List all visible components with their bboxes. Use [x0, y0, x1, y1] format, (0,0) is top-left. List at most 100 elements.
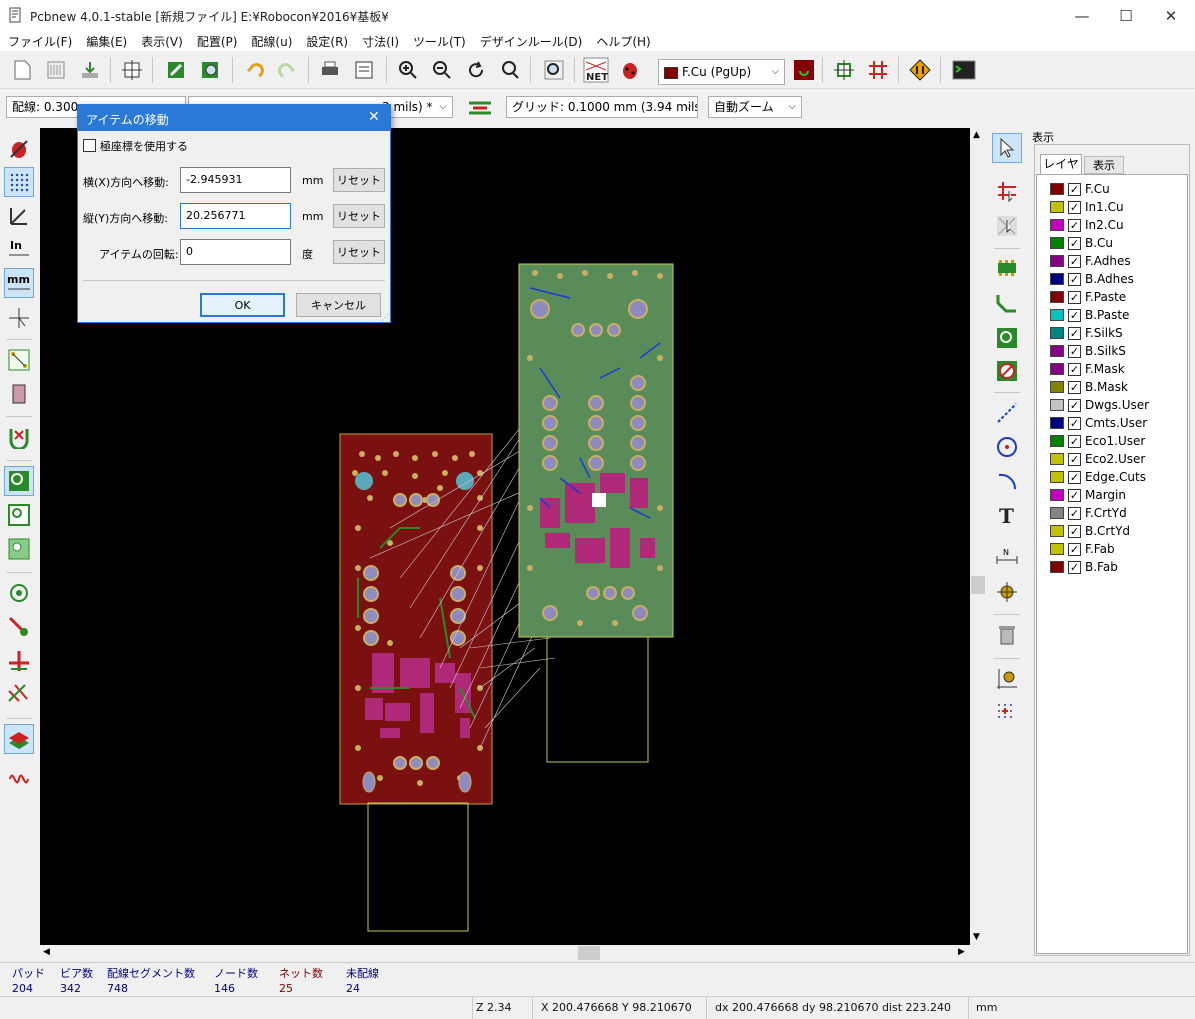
- maximize-button[interactable]: ☐: [1103, 0, 1149, 31]
- layer-name[interactable]: F.Adhes: [1085, 254, 1131, 268]
- layer-row[interactable]: ✓ B.SilkS: [1050, 342, 1126, 360]
- close-button[interactable]: ✕: [1148, 0, 1194, 31]
- grid-toggle-icon[interactable]: [4, 167, 34, 197]
- redo-icon[interactable]: [274, 56, 302, 84]
- layer-visibility-checkbox[interactable]: ✓: [1068, 452, 1081, 466]
- layer-row[interactable]: ✓ B.CrtYd: [1050, 522, 1130, 540]
- drc-icon[interactable]: [616, 56, 644, 84]
- layer-visibility-checkbox[interactable]: ✓: [1068, 218, 1081, 232]
- resize-grip-icon[interactable]: ⋰: [381, 313, 389, 322]
- layer-name[interactable]: F.CrtYd: [1085, 506, 1127, 520]
- new-board-icon[interactable]: [8, 56, 36, 84]
- grid-select[interactable]: グリッド: 0.1000 mm (3.94 mils) ⌵: [506, 96, 698, 118]
- save-board-icon[interactable]: [76, 56, 104, 84]
- layer-name[interactable]: Cmts.User: [1085, 416, 1147, 430]
- layer-row[interactable]: ✓ Dwgs.User: [1050, 396, 1149, 414]
- layer-name[interactable]: B.SilkS: [1085, 344, 1126, 358]
- layer-color-swatch[interactable]: [1050, 525, 1064, 537]
- layer-name[interactable]: B.Paste: [1085, 308, 1129, 322]
- menu-preferences[interactable]: 設定(R): [298, 33, 354, 50]
- layer-name[interactable]: F.Cu: [1085, 182, 1110, 196]
- zoom-select[interactable]: 自動ズーム ⌵: [708, 96, 802, 118]
- layer-name[interactable]: In2.Cu: [1085, 218, 1124, 232]
- track-via-size-icon[interactable]: [466, 94, 494, 122]
- high-contrast-icon[interactable]: [4, 680, 34, 710]
- layer-visibility-checkbox[interactable]: ✓: [1068, 326, 1081, 340]
- print-icon[interactable]: [316, 56, 344, 84]
- layer-name[interactable]: B.Cu: [1085, 236, 1113, 250]
- add-module-icon[interactable]: [992, 253, 1022, 283]
- track-sketch-icon[interactable]: [4, 646, 34, 676]
- polar-coords-icon[interactable]: [4, 201, 34, 231]
- scroll-down-icon[interactable]: ▼: [973, 932, 980, 942]
- layer-visibility-checkbox[interactable]: ✓: [1068, 380, 1081, 394]
- add-keepout-icon[interactable]: [992, 356, 1022, 386]
- layer-name[interactable]: Eco1.User: [1085, 434, 1145, 448]
- find-icon[interactable]: [540, 56, 568, 84]
- layer-color-swatch[interactable]: [1050, 471, 1064, 483]
- x-reset-button[interactable]: リセット: [333, 168, 385, 192]
- pad-sketch-icon[interactable]: [4, 578, 34, 608]
- layer-color-swatch[interactable]: [1050, 507, 1064, 519]
- auto-delete-track-icon[interactable]: [4, 422, 34, 452]
- tab-layers[interactable]: レイヤ: [1040, 154, 1082, 174]
- layer-row[interactable]: ✓ Eco2.User: [1050, 450, 1145, 468]
- horizontal-scrollbar[interactable]: ◀ ▶: [40, 945, 970, 961]
- layer-color-swatch[interactable]: [1050, 201, 1064, 213]
- layer-row[interactable]: ✓ F.Mask: [1050, 360, 1125, 378]
- page-settings-icon[interactable]: [118, 56, 146, 84]
- layer-pair-icon[interactable]: [790, 56, 818, 84]
- redraw-icon[interactable]: [462, 56, 490, 84]
- layer-visibility-checkbox[interactable]: ✓: [1068, 236, 1081, 250]
- layer-row[interactable]: ✓ In2.Cu: [1050, 216, 1124, 234]
- layer-row[interactable]: ✓ F.CrtYd: [1050, 504, 1127, 522]
- add-line-icon[interactable]: [992, 398, 1022, 428]
- menu-design-rules[interactable]: デザインルール(D): [472, 33, 589, 50]
- scroll-up-icon[interactable]: ▲: [973, 130, 980, 140]
- ok-button[interactable]: OK: [200, 293, 285, 317]
- microwave-tools-icon[interactable]: [4, 758, 34, 788]
- add-zone-icon[interactable]: [992, 323, 1022, 353]
- layers-manager-icon[interactable]: [4, 724, 34, 754]
- layer-name[interactable]: In1.Cu: [1085, 200, 1124, 214]
- layer-visibility-checkbox[interactable]: ✓: [1068, 308, 1081, 322]
- layer-row[interactable]: ✓ F.Cu: [1050, 180, 1110, 198]
- layer-select[interactable]: F.Cu (PgUp) ⌵: [658, 59, 785, 85]
- layer-color-swatch[interactable]: [1050, 345, 1064, 357]
- select-arrow-icon[interactable]: [992, 133, 1022, 163]
- layer-name[interactable]: B.Fab: [1085, 560, 1118, 574]
- menu-file[interactable]: ファイル(F): [0, 33, 78, 50]
- add-arc-icon[interactable]: [992, 466, 1022, 496]
- layer-color-swatch[interactable]: [1050, 489, 1064, 501]
- layer-visibility-checkbox[interactable]: ✓: [1068, 290, 1081, 304]
- highlight-net-icon[interactable]: [992, 176, 1022, 206]
- module-editor-icon[interactable]: [162, 56, 190, 84]
- layer-color-swatch[interactable]: [1050, 381, 1064, 393]
- tab-render[interactable]: 表示: [1084, 156, 1124, 174]
- grid-origin-icon[interactable]: [992, 698, 1022, 728]
- layer-color-swatch[interactable]: [1050, 561, 1064, 573]
- layer-row[interactable]: ✓ B.Paste: [1050, 306, 1129, 324]
- zoom-fit-icon[interactable]: [496, 56, 524, 84]
- minimize-button[interactable]: —: [1059, 0, 1105, 31]
- layer-color-swatch[interactable]: [1050, 291, 1064, 303]
- auto-route-icon[interactable]: [864, 56, 892, 84]
- layer-row[interactable]: ✓ B.Mask: [1050, 378, 1128, 396]
- layer-row[interactable]: ✓ Cmts.User: [1050, 414, 1147, 432]
- delete-icon[interactable]: [992, 620, 1022, 650]
- show-zones-icon[interactable]: [4, 466, 34, 496]
- menu-place[interactable]: 配置(P): [189, 33, 244, 50]
- vertical-scrollbar[interactable]: ▲ ▼: [970, 128, 986, 945]
- layer-visibility-checkbox[interactable]: ✓: [1068, 488, 1081, 502]
- layer-color-swatch[interactable]: [1050, 255, 1064, 267]
- local-ratsnest-icon[interactable]: [992, 211, 1022, 241]
- layer-name[interactable]: F.Fab: [1085, 542, 1115, 556]
- layer-visibility-checkbox[interactable]: ✓: [1068, 182, 1081, 196]
- inch-units-icon[interactable]: In: [4, 234, 34, 264]
- rotation-reset-button[interactable]: リセット: [333, 240, 385, 264]
- layer-name[interactable]: B.CrtYd: [1085, 524, 1130, 538]
- netlist-icon[interactable]: NET: [582, 56, 610, 84]
- add-track-icon[interactable]: [992, 288, 1022, 318]
- cancel-button[interactable]: キャンセル: [296, 293, 381, 317]
- layer-visibility-checkbox[interactable]: ✓: [1068, 470, 1081, 484]
